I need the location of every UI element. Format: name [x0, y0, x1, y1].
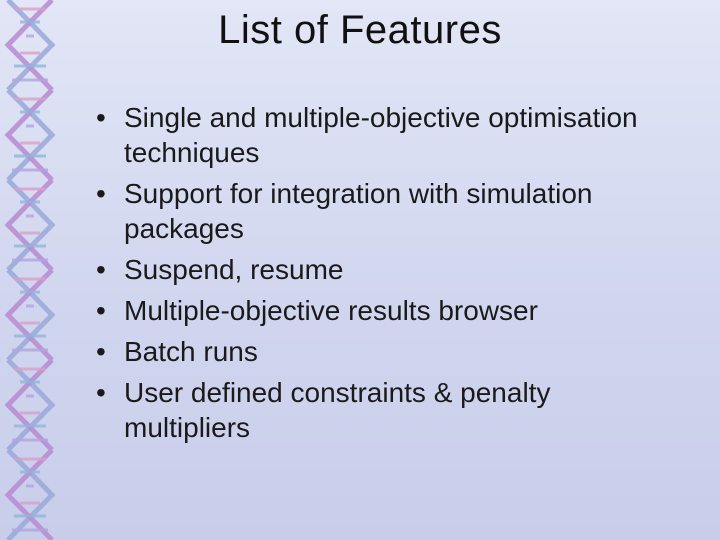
dna-decoration [0, 0, 60, 540]
list-item-text: Multiple-objective results browser [124, 295, 538, 326]
list-item: Suspend, resume [90, 252, 680, 287]
list-item: Single and multiple-objective optimisati… [90, 100, 680, 170]
list-item: User defined constraints & penalty multi… [90, 375, 680, 445]
slide-title: List of Features [0, 8, 720, 53]
list-item-text: Support for integration with simulation … [124, 178, 592, 244]
list-item-text: User defined constraints & penalty multi… [124, 377, 550, 443]
list-item-text: Suspend, resume [124, 254, 343, 285]
list-item: Support for integration with simulation … [90, 176, 680, 246]
list-item: Multiple-objective results browser [90, 293, 680, 328]
list-item-text: Single and multiple-objective optimisati… [124, 102, 638, 168]
slide: List of Features Single and multiple-obj… [0, 0, 720, 540]
feature-list: Single and multiple-objective optimisati… [90, 100, 680, 445]
list-item: Batch runs [90, 334, 680, 369]
list-item-text: Batch runs [124, 336, 258, 367]
slide-content: Single and multiple-objective optimisati… [90, 100, 680, 451]
